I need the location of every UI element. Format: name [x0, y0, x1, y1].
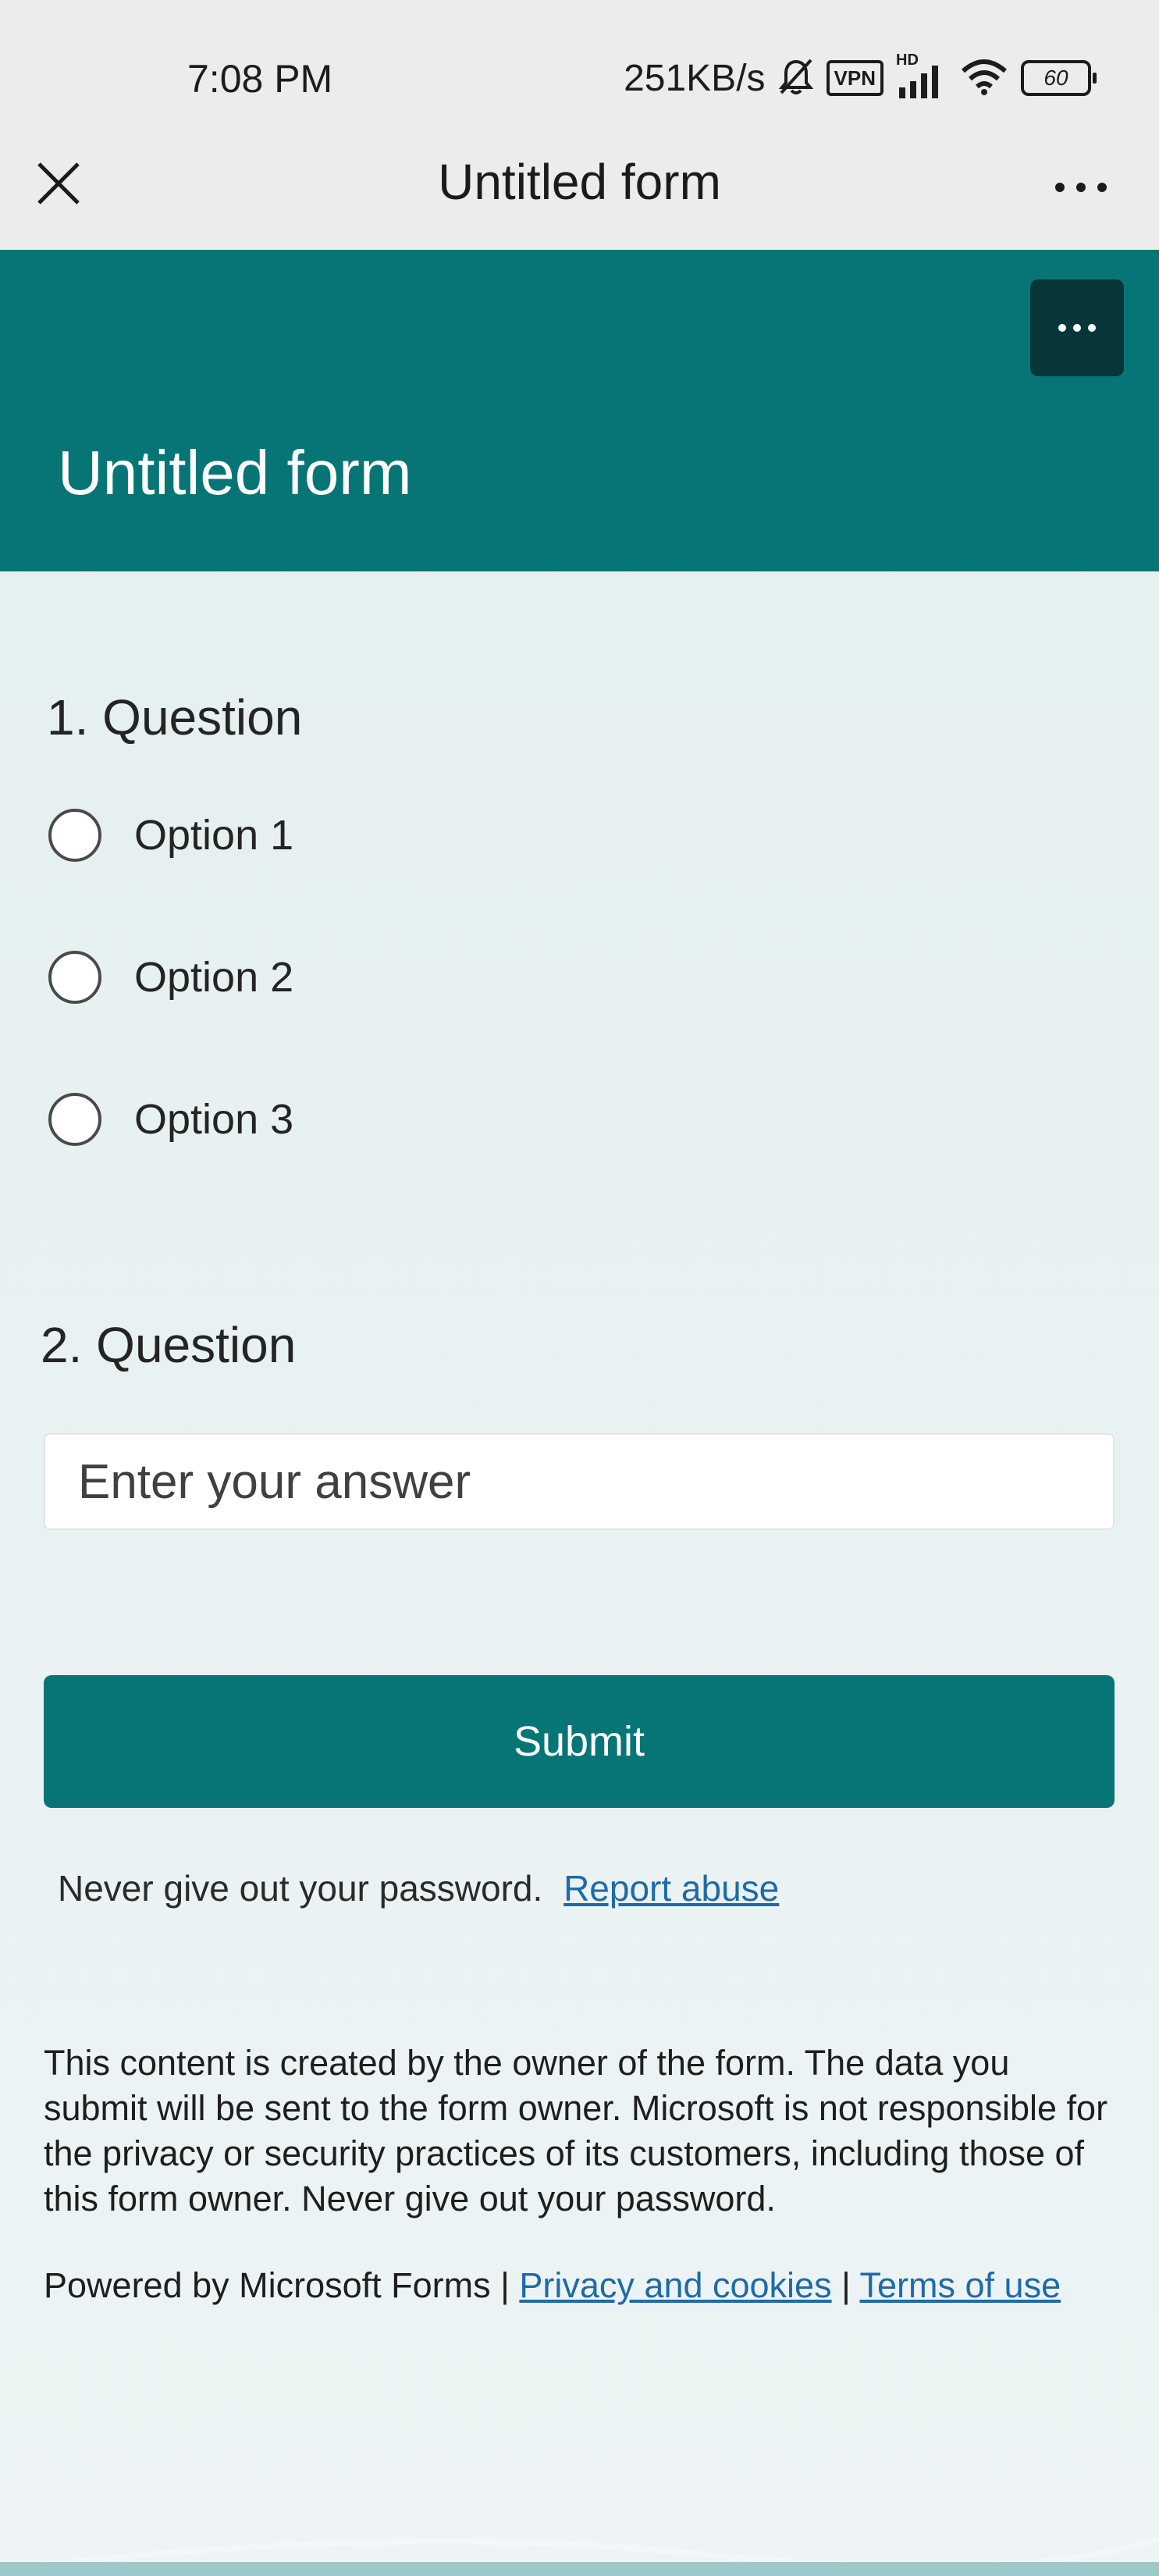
password-warning-text: Never give out your password. [58, 1868, 543, 1909]
radio-button[interactable] [48, 951, 101, 1004]
radio-button[interactable] [48, 809, 101, 862]
terms-of-use-link[interactable]: Terms of use [860, 2265, 1061, 2305]
question-2-number: 2. [41, 1317, 83, 1373]
wifi-icon [960, 57, 1008, 100]
question-1-number: 1. [47, 689, 89, 745]
more-horizontal-icon [1055, 183, 1107, 192]
option-label: Option 2 [134, 954, 294, 1001]
question-1-text: Question [102, 689, 303, 745]
more-horizontal-icon [1058, 324, 1096, 332]
option-label: Option 3 [134, 1096, 294, 1143]
question-1-option-1[interactable]: Option 1 [48, 809, 293, 862]
question-1-option-2[interactable]: Option 2 [48, 951, 293, 1004]
battery-icon: 60 [1021, 60, 1097, 96]
answer-input[interactable] [44, 1433, 1115, 1530]
option-label: Option 1 [134, 812, 294, 859]
report-abuse-link[interactable]: Report abuse [564, 1868, 779, 1909]
cellular-signal-icon: HD [896, 52, 947, 100]
privacy-cookies-link[interactable]: Privacy and cookies [519, 2265, 831, 2305]
more-options-button[interactable] [1046, 168, 1116, 207]
status-icons: 251KB/s VPN HD 60 [624, 52, 1097, 101]
footer-separator: | [841, 2265, 851, 2305]
question-2-title: 2. Question [41, 1316, 296, 1374]
submit-button[interactable]: Submit [44, 1675, 1115, 1808]
vpn-label: VPN [834, 66, 876, 90]
question-1-option-3[interactable]: Option 3 [48, 1093, 293, 1146]
network-speed: 251KB/s [624, 57, 766, 99]
powered-by-text: Powered by Microsoft Forms [44, 2265, 491, 2305]
form-options-button[interactable] [1030, 279, 1124, 376]
form-header-banner: Untitled form [0, 250, 1159, 571]
form-title: Untitled form [58, 438, 412, 507]
radio-button[interactable] [48, 1093, 101, 1146]
footer-separator: | [500, 2265, 510, 2305]
vpn-icon: VPN [826, 60, 883, 96]
password-warning: Never give out your password. Report abu… [58, 1867, 779, 1909]
status-time: 7:08 PM [187, 57, 333, 101]
footer: Powered by Microsoft Forms | Privacy and… [44, 2265, 1061, 2306]
disclaimer-text: This content is created by the owner of … [44, 2043, 1108, 2218]
battery-level: 60 [1043, 66, 1068, 90]
bottom-accent-strip [0, 2562, 1159, 2576]
app-bar: Untitled form [0, 125, 1159, 250]
question-2-text: Question [96, 1317, 297, 1373]
form-body: 1. Question Option 1 Option 2 Option 3 2… [0, 571, 1159, 2573]
app-title: Untitled form [438, 154, 721, 210]
bell-muted-icon [778, 57, 814, 100]
question-1-title: 1. Question [47, 688, 302, 746]
